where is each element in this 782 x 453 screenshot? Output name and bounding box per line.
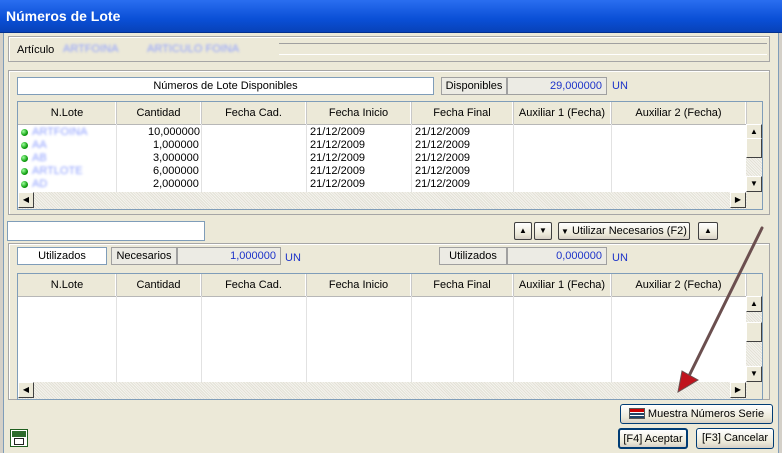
annotation-arrow-icon [677, 226, 764, 394]
